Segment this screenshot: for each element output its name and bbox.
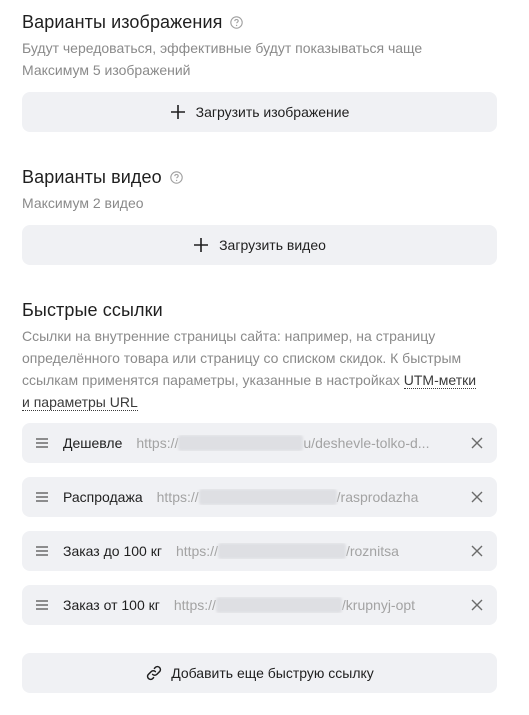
quick-link-url-suffix: /rasprodazha bbox=[336, 489, 419, 505]
add-quick-link-label: Добавить еще быструю ссылку bbox=[171, 665, 374, 681]
close-icon[interactable] bbox=[471, 491, 483, 503]
videos-section: Варианты видео Максимум 2 видео bbox=[22, 163, 497, 214]
quick-link-url-prefix: https:// bbox=[173, 597, 216, 613]
quick-links-description: Ссылки на внутренние страницы сайта: нап… bbox=[22, 325, 497, 413]
quick-link-url-prefix: https:// bbox=[156, 489, 199, 505]
chain-link-icon bbox=[145, 664, 163, 682]
drag-handle-icon[interactable] bbox=[36, 546, 48, 556]
quick-link-url-suffix: u/deshevle-tolko-d... bbox=[303, 435, 430, 451]
redacted-domain bbox=[198, 489, 337, 505]
quick-links-desc-line: определённого товара или страницу со спи… bbox=[22, 350, 462, 366]
drag-handle-icon[interactable] bbox=[36, 600, 48, 610]
drag-handle-icon[interactable] bbox=[36, 438, 48, 448]
close-icon[interactable] bbox=[471, 437, 483, 449]
quick-links-desc-line: ссылкам применятся параметры, указанные … bbox=[22, 369, 497, 391]
quick-link-url-prefix: https:// bbox=[136, 435, 179, 451]
videos-title: Варианты видео bbox=[22, 166, 162, 187]
quick-link-url-suffix: /roznitsa bbox=[345, 543, 399, 559]
upload-image-label: Загрузить изображение bbox=[195, 104, 350, 120]
redacted-domain bbox=[178, 435, 304, 451]
quick-links-title-row: Быстрые ссылки bbox=[22, 296, 497, 324]
images-title-row: Варианты изображения bbox=[22, 8, 497, 36]
images-section: Варианты изображения Будут чередоваться,… bbox=[22, 8, 497, 81]
add-quick-link-button[interactable]: Добавить еще быструю ссылку bbox=[22, 653, 497, 693]
redacted-domain bbox=[217, 543, 346, 559]
close-icon[interactable] bbox=[471, 599, 483, 611]
videos-max-note: Максимум 2 видео bbox=[22, 195, 144, 211]
quick-link-url-suffix: /krupnyj-opt bbox=[341, 597, 416, 613]
redacted-domain bbox=[215, 597, 342, 613]
plus-icon bbox=[193, 237, 209, 253]
question-circle-icon[interactable] bbox=[170, 170, 183, 184]
close-icon[interactable] bbox=[471, 545, 483, 557]
quick-links-desc-text: ссылкам применятся параметры, указанные … bbox=[22, 372, 400, 388]
images-desc-line: Будут чередоваться, эффективные будут по… bbox=[22, 40, 423, 56]
images-title: Варианты изображения bbox=[22, 11, 223, 32]
quick-link-label[interactable]: Заказ до 100 кг bbox=[63, 543, 162, 559]
upload-video-button[interactable]: Загрузить видео bbox=[22, 225, 497, 265]
quick-link-row[interactable]: Дешевле https:// u/deshevle-tolko-d... bbox=[22, 423, 497, 463]
drag-handle-icon[interactable] bbox=[36, 492, 48, 502]
quick-links-desc-line: Ссылки на внутренние страницы сайта: нап… bbox=[22, 328, 436, 344]
quick-link-url[interactable]: https:// /roznitsa bbox=[176, 543, 461, 559]
quick-link-label[interactable]: Заказ от 100 кг bbox=[63, 597, 160, 613]
quick-link-url-prefix: https:// bbox=[175, 543, 218, 559]
upload-image-button[interactable]: Загрузить изображение bbox=[22, 92, 497, 132]
plus-icon bbox=[170, 104, 186, 120]
images-description: Будут чередоваться, эффективные будут по… bbox=[22, 37, 497, 81]
quick-link-url[interactable]: https:// u/deshevle-tolko-d... bbox=[136, 435, 461, 451]
quick-link-row[interactable]: Заказ от 100 кг https:// /krupnyj-opt bbox=[22, 585, 497, 625]
images-max-note: Максимум 5 изображений bbox=[22, 62, 191, 78]
quick-link-url[interactable]: https:// /krupnyj-opt bbox=[174, 597, 461, 613]
quick-link-row[interactable]: Заказ до 100 кг https:// /roznitsa bbox=[22, 531, 497, 571]
quick-link-url[interactable]: https:// /rasprodazha bbox=[157, 489, 461, 505]
quick-links-desc-line: и параметры URL bbox=[22, 391, 497, 413]
quick-link-label[interactable]: Дешевле bbox=[63, 435, 122, 451]
utm-settings-link[interactable]: и параметры URL bbox=[22, 394, 138, 411]
quick-link-label[interactable]: Распродажа bbox=[63, 489, 143, 505]
quick-link-row[interactable]: Распродажа https:// /rasprodazha bbox=[22, 477, 497, 517]
quick-links-title: Быстрые ссылки bbox=[22, 299, 163, 320]
quick-links-section: Быстрые ссылки Ссылки на внутренние стра… bbox=[22, 296, 497, 413]
utm-settings-link[interactable]: UTM-метки bbox=[403, 372, 477, 389]
videos-title-row: Варианты видео bbox=[22, 163, 497, 191]
question-circle-icon[interactable] bbox=[230, 15, 244, 29]
upload-video-label: Загрузить видео bbox=[219, 237, 326, 253]
